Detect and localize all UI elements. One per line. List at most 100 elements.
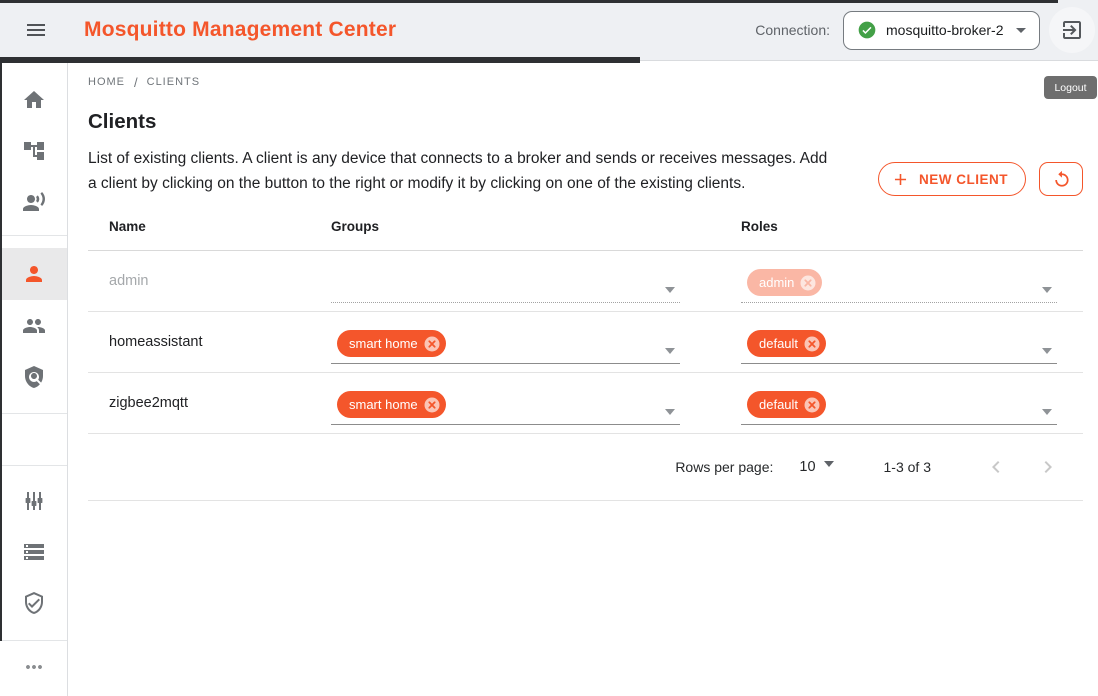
chevron-down-icon: [665, 348, 675, 354]
sidebar-divider: [0, 413, 67, 414]
rows-per-page-label: Rows per page:: [675, 459, 773, 475]
pagination-range: 1-3 of 3: [884, 459, 931, 475]
breadcrumb-current: CLIENTS: [147, 76, 200, 88]
hamburger-icon: [24, 18, 48, 42]
security-icon: [22, 591, 46, 615]
chip-delete-icon: [799, 274, 817, 292]
table-row-admin[interactable]: admin admin: [88, 251, 1083, 312]
role-chip: default: [747, 391, 826, 418]
chevron-right-icon: [1036, 455, 1060, 479]
settings-icon: [22, 489, 46, 513]
clients-table: Name Groups Roles admin admin: [88, 219, 1083, 501]
chevron-down-icon: [1042, 348, 1052, 354]
roles-select: admin: [741, 259, 1057, 303]
client-groups-icon: [22, 314, 46, 338]
connection-label: Connection:: [755, 22, 830, 38]
check-circle-icon: [857, 20, 877, 40]
sidebar-item-settings[interactable]: [0, 475, 67, 526]
refresh-icon: [1051, 169, 1072, 190]
column-header-name: Name: [88, 219, 331, 250]
sidebar-item-clients[interactable]: [0, 248, 67, 300]
topic-tree-icon: [22, 139, 46, 163]
connection-value: mosquitto-broker-2: [886, 22, 1009, 38]
page-title: Clients: [88, 110, 1083, 134]
logout-icon: [1060, 18, 1084, 42]
breadcrumb-separator: /: [134, 75, 138, 90]
roles-select[interactable]: default: [741, 381, 1057, 425]
connection-select[interactable]: mosquitto-broker-2: [843, 11, 1040, 50]
table-header-row: Name Groups Roles: [88, 219, 1083, 251]
roles-select[interactable]: default: [741, 320, 1057, 364]
chevron-down-icon: [1042, 287, 1052, 293]
chevron-left-icon: [984, 455, 1008, 479]
window-edge-under-header: [0, 57, 640, 63]
client-name: zigbee2mqtt: [88, 395, 331, 411]
role-chip: admin: [747, 269, 822, 296]
logout-tooltip: Logout: [1044, 76, 1097, 99]
page-description: List of existing clients. A client is an…: [88, 146, 836, 196]
table-row-homeassistant[interactable]: homeassistant smart home: [88, 312, 1083, 373]
system-status-icon: [22, 540, 46, 564]
chip-delete-icon[interactable]: [803, 396, 821, 414]
sidebar-item-topic-tree[interactable]: [0, 125, 67, 176]
group-chip: smart home: [337, 330, 446, 357]
chip-delete-icon[interactable]: [423, 396, 441, 414]
sidebar-item-security[interactable]: [0, 577, 67, 628]
description-row: List of existing clients. A client is an…: [88, 146, 1083, 196]
breadcrumb-home[interactable]: HOME: [88, 76, 125, 88]
groups-select[interactable]: smart home: [331, 320, 680, 364]
window-edge-left: [0, 63, 2, 641]
chip-label: default: [759, 336, 798, 351]
sidebar-divider: [0, 235, 67, 236]
chevron-down-icon: [665, 287, 675, 293]
logout-button[interactable]: [1049, 7, 1095, 53]
refresh-button[interactable]: [1039, 162, 1083, 196]
groups-select[interactable]: smart home: [331, 381, 680, 425]
chip-label: smart home: [349, 397, 418, 412]
header-right: Connection: mosquitto-broker-2: [755, 7, 1098, 53]
next-page-button: [1035, 454, 1061, 480]
chevron-down-icon: [665, 409, 675, 415]
streams-icon: [22, 190, 46, 214]
column-header-roles: Roles: [741, 219, 1083, 250]
rows-per-page-value: 10: [799, 459, 815, 475]
chip-delete-icon[interactable]: [423, 335, 441, 353]
role-chip: default: [747, 330, 826, 357]
app-window: Mosquitto Management Center Connection: …: [0, 0, 1098, 696]
previous-page-button: [983, 454, 1009, 480]
chevron-down-icon: [1009, 18, 1033, 42]
app-title: Mosquitto Management Center: [84, 18, 396, 42]
chip-label: smart home: [349, 336, 418, 351]
sidebar-item-roles[interactable]: [0, 351, 67, 402]
page-actions: NEW CLIENT: [878, 162, 1083, 196]
sidebar-item-client-groups[interactable]: [0, 300, 67, 351]
groups-select: [331, 259, 680, 303]
chip-label: admin: [759, 275, 794, 290]
plus-icon: [891, 170, 910, 189]
new-client-label: NEW CLIENT: [919, 172, 1008, 187]
more-icon: [22, 655, 46, 679]
roles-icon: [22, 365, 46, 389]
chip-delete-icon[interactable]: [803, 335, 821, 353]
home-icon: [22, 88, 46, 112]
app-header: Mosquitto Management Center Connection: …: [0, 0, 1098, 61]
clients-icon: [22, 262, 46, 286]
breadcrumb: HOME / CLIENTS: [88, 75, 1083, 89]
sidebar-item-home[interactable]: [0, 74, 67, 125]
sidebar-divider: [0, 465, 67, 466]
chevron-down-icon: [824, 461, 834, 467]
client-name: admin: [88, 273, 331, 289]
group-chip: smart home: [337, 391, 446, 418]
sidebar-item-streams[interactable]: [0, 176, 67, 227]
menu-button[interactable]: [14, 8, 58, 52]
main-content: HOME / CLIENTS Clients List of existing …: [68, 61, 1098, 696]
chip-label: default: [759, 397, 798, 412]
table-pagination: Rows per page: 10 1-3 of 3: [88, 434, 1083, 501]
new-client-button[interactable]: NEW CLIENT: [878, 162, 1026, 196]
window-edge-top: [0, 0, 1058, 3]
sidebar: [0, 61, 68, 696]
sidebar-item-system-status[interactable]: [0, 526, 67, 577]
sidebar-item-more[interactable]: [0, 641, 67, 692]
table-row-zigbee2mqtt[interactable]: zigbee2mqtt smart home: [88, 373, 1083, 434]
rows-per-page-select[interactable]: 10: [799, 459, 833, 475]
